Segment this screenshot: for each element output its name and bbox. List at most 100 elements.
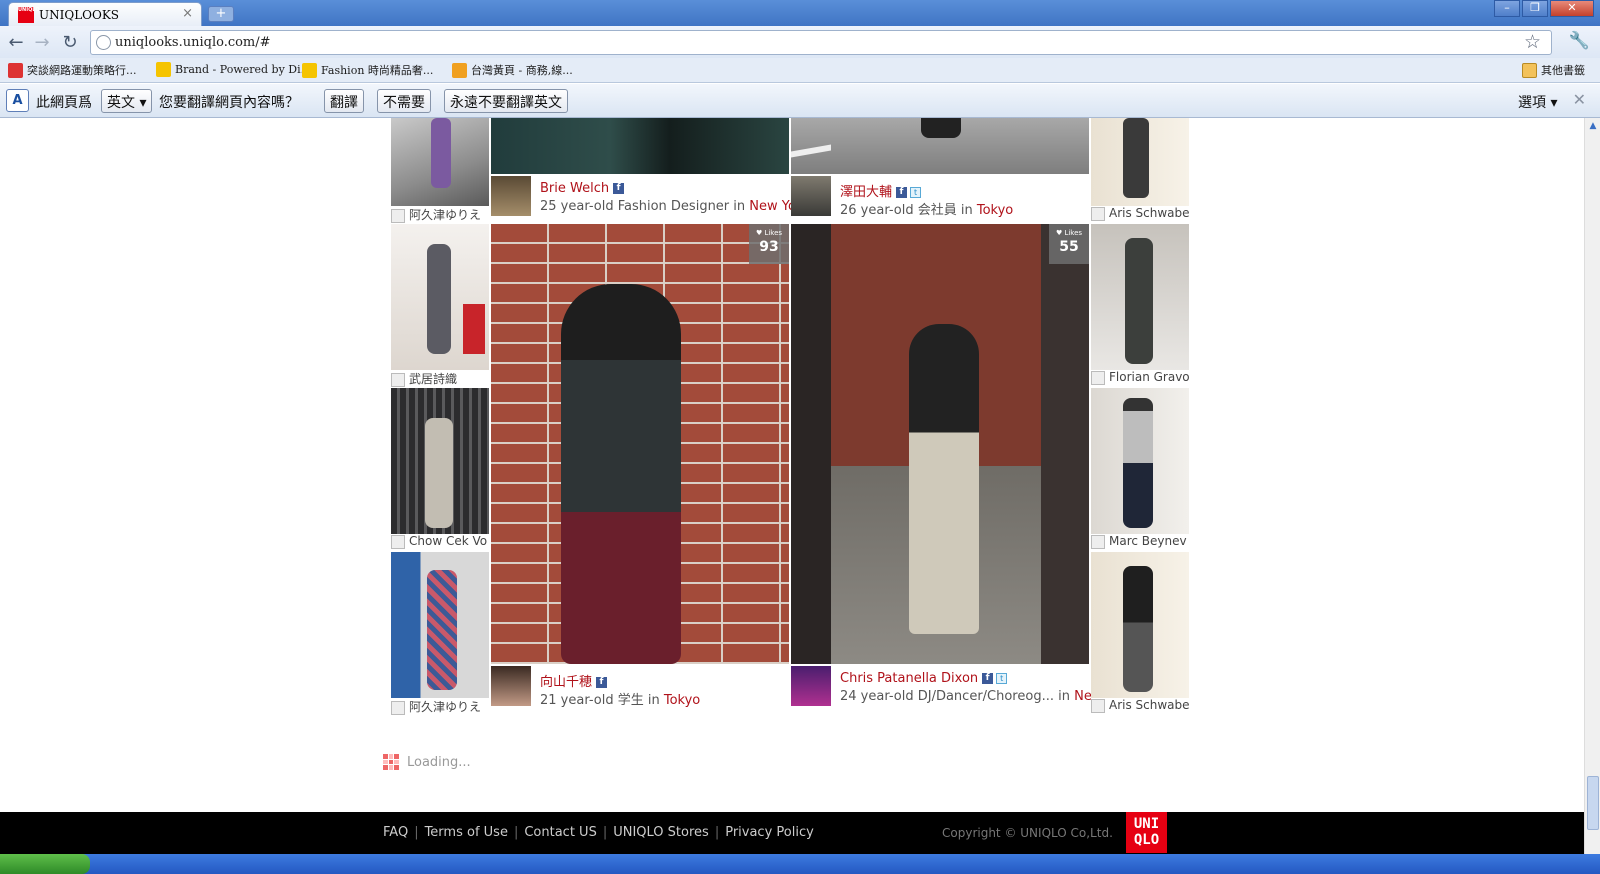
look-photo[interactable] — [391, 224, 489, 370]
look-caption[interactable]: Florian Gravo — [1091, 370, 1189, 388]
figure-shape — [1125, 238, 1153, 364]
folder-icon — [1522, 62, 1537, 78]
avatar — [391, 208, 405, 223]
back-icon[interactable]: ← — [5, 32, 27, 53]
avatar — [391, 534, 405, 549]
other-bookmarks[interactable]: 其他書籤 — [1522, 62, 1585, 78]
user-name-link[interactable]: Chris Patanella Dixon f t — [840, 671, 1008, 686]
translate-button[interactable]: 翻譯 — [324, 89, 364, 113]
translate-close-icon[interactable]: ✕ — [1573, 90, 1586, 109]
likes-count: 93 — [759, 239, 779, 255]
footer-link-faq[interactable]: FAQ — [383, 825, 408, 840]
user-description: 26 year-old 会社員 in Tokyo — [840, 203, 1014, 218]
figure-shape — [1123, 118, 1149, 198]
scroll-thumb[interactable] — [1587, 776, 1599, 830]
title-bar: UNIQLO UNIQLOOKS × + – ❐ ✕ — [0, 0, 1600, 26]
loading-indicator: Loading... — [383, 754, 471, 770]
restore-button[interactable]: ❐ — [1522, 0, 1548, 17]
city-link[interactable]: Tokyo — [977, 203, 1013, 218]
look-photo[interactable] — [391, 552, 489, 698]
uniqlo-favicon-icon: UNIQLO — [18, 7, 40, 23]
bookmark-star-icon[interactable]: ☆ — [1524, 31, 1541, 53]
road-marking-shape — [791, 144, 831, 158]
bookmark-favicon-icon — [452, 62, 467, 78]
language-select[interactable]: 英文 ▾ — [101, 89, 153, 113]
close-window-button[interactable]: ✕ — [1550, 0, 1594, 17]
likes-badge[interactable]: ♥ Likes 93 — [749, 224, 789, 264]
look-caption[interactable]: 武居詩織 — [391, 370, 489, 388]
start-button[interactable] — [0, 854, 90, 874]
look-card-info: Chris Patanella Dixon f t 24 year-old DJ/D… — [791, 664, 1134, 714]
figure-shape — [1123, 398, 1153, 528]
browser-tab[interactable]: UNIQLO UNIQLOOKS × — [8, 2, 202, 26]
avatar[interactable] — [791, 666, 831, 706]
tab-close-icon[interactable]: × — [182, 6, 193, 21]
bookmark-item[interactable]: 突談網路運動策略行... — [8, 62, 137, 78]
look-photo[interactable] — [1091, 552, 1189, 698]
figure-shape — [427, 570, 457, 690]
wrench-icon[interactable]: 🔧 — [1569, 31, 1590, 51]
bookmark-favicon-icon — [302, 62, 317, 78]
new-tab-button[interactable]: + — [208, 6, 234, 22]
figure-shape — [561, 284, 681, 664]
facebook-icon[interactable]: f — [613, 183, 625, 194]
look-caption[interactable]: Marc Beynev — [1091, 534, 1189, 552]
vertical-scrollbar[interactable]: ▲ — [1584, 118, 1600, 854]
minimize-button[interactable]: – — [1494, 0, 1520, 17]
copyright: Copyright © UNIQLO Co,Ltd. — [942, 826, 1113, 840]
user-name-link[interactable]: Brie Welch f — [540, 181, 625, 196]
look-card-info: Brie Welch f 25 year-old Fashion Designer… — [491, 174, 809, 224]
bookmark-item[interactable]: 台灣黃頁 - 商務,線... — [452, 62, 573, 78]
look-caption[interactable]: 阿久津ゆりえ — [391, 206, 489, 224]
footer-link-stores[interactable]: UNIQLO Stores — [613, 825, 709, 840]
bookmark-item[interactable]: Brand - Powered by Di... — [156, 62, 311, 77]
scroll-up-icon[interactable]: ▲ — [1587, 120, 1599, 132]
look-caption[interactable]: Aris Schwabe — [1091, 206, 1189, 224]
look-caption[interactable]: Aris Schwabe — [1091, 698, 1189, 716]
forward-icon[interactable]: → — [31, 32, 53, 53]
facebook-icon[interactable]: f — [982, 673, 994, 684]
look-photo[interactable] — [1091, 224, 1189, 370]
look-photo[interactable] — [491, 118, 789, 174]
likes-badge[interactable]: ♥ Likes 55 — [1049, 224, 1089, 264]
look-photo[interactable] — [1091, 388, 1189, 534]
user-name-link[interactable]: 澤田大輔 f t — [840, 181, 922, 200]
footer-link-terms[interactable]: Terms of Use — [425, 825, 508, 840]
facebook-icon[interactable]: f — [896, 187, 908, 198]
look-photo[interactable] — [391, 388, 489, 534]
browser-toolbar: ← → ↻ uniqlooks.uniqlo.com/# ☆ 🔧 — [0, 26, 1600, 58]
twitter-icon[interactable]: t — [910, 187, 922, 198]
look-photo[interactable]: ♥ Likes 93 — [491, 224, 789, 664]
avatar — [391, 700, 405, 715]
facebook-icon[interactable]: f — [596, 677, 608, 688]
city-link[interactable]: Tokyo — [664, 693, 700, 708]
figure-shape — [431, 118, 451, 188]
address-bar[interactable]: uniqlooks.uniqlo.com/# ☆ — [90, 30, 1552, 55]
avatar[interactable] — [491, 666, 531, 706]
uniqlo-logo[interactable]: UNI QLO — [1126, 812, 1167, 853]
never-translate-button[interactable]: 永遠不要翻譯英文 — [444, 89, 568, 113]
avatar — [1091, 698, 1105, 713]
avatar[interactable] — [791, 176, 831, 216]
user-name-link[interactable]: 向山千穂 f — [540, 671, 608, 690]
look-caption[interactable]: 阿久津ゆりえ — [391, 698, 489, 716]
look-photo[interactable] — [1091, 118, 1189, 206]
bookmarks-bar: 突談網路運動策略行... Brand - Powered by Di... Fa… — [0, 58, 1600, 83]
page-content: 阿久津ゆりえ 武居詩織 Chow Cek Vo 阿久津ゆりえ Brie Welc… — [0, 118, 1584, 812]
twitter-icon[interactable]: t — [996, 673, 1008, 684]
dont-translate-button[interactable]: 不需要 — [377, 89, 431, 113]
bookmark-item[interactable]: Fashion 時尚精品奢... — [302, 62, 433, 78]
avatar — [391, 372, 405, 387]
look-card-info: 向山千穂 f 21 year-old 学生 in Tokyo — [491, 664, 789, 714]
reload-icon[interactable]: ↻ — [59, 32, 81, 53]
footer-link-contact[interactable]: Contact US — [524, 825, 596, 840]
footer-link-privacy[interactable]: Privacy Policy — [725, 825, 814, 840]
look-photo[interactable] — [391, 118, 489, 206]
options-menu[interactable]: 選項 ▾ — [1518, 92, 1557, 112]
look-photo[interactable]: ♥ Likes 55 — [791, 224, 1089, 664]
url-text[interactable]: uniqlooks.uniqlo.com/# — [115, 35, 271, 50]
look-photo[interactable] — [791, 118, 1089, 174]
fire-escape-shape — [1041, 224, 1089, 664]
look-caption[interactable]: Chow Cek Vo — [391, 534, 489, 552]
avatar[interactable] — [491, 176, 531, 216]
